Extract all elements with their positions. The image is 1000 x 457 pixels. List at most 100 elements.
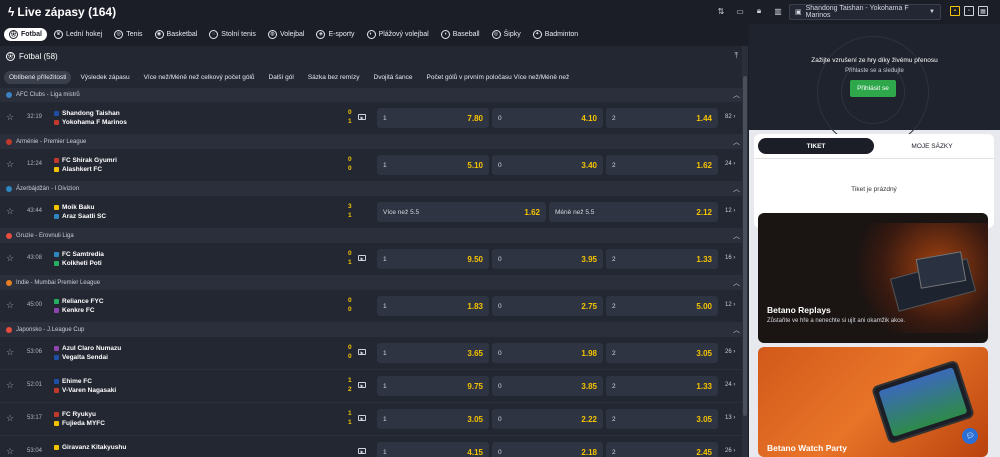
sport-tab-baseball[interactable]: ◑ Baseball: [436, 28, 485, 41]
live-stream-icon[interactable]: ▶: [358, 349, 366, 355]
match-row[interactable]: ☆ 52:01 Ehime FC V-Varen Nagasaki 1 2 ▶ 1 9.75 0 3…: [0, 370, 748, 403]
match-row[interactable]: ☆ 53:04 Giravanz Kitakyushu ▶ 1 4.15 0 2.18 2 2.4…: [0, 436, 748, 457]
live-stream-icon[interactable]: ▶: [358, 448, 366, 454]
chevron-up-icon[interactable]: ︿: [733, 278, 740, 288]
live-stream-icon[interactable]: ▶: [358, 415, 366, 421]
sport-tab-football[interactable]: ⚽︎ Fotbal: [4, 27, 47, 41]
match-row[interactable]: ☆ 32:19 Shandong Taishan Yokohama F Marinos…: [0, 102, 748, 135]
market-tab[interactable]: Výsledek zápasu: [75, 71, 134, 84]
odds-button[interactable]: 2 1.44: [606, 108, 718, 128]
sport-tab-esports[interactable]: ◈ E-sporty: [311, 28, 359, 41]
more-markets-link[interactable]: 12 ›: [725, 208, 735, 214]
odds-button[interactable]: 0 2.22: [492, 409, 603, 429]
odds-button[interactable]: 2 3.05: [606, 343, 718, 363]
chat-icon[interactable]: 💬︎: [962, 428, 978, 444]
more-markets-link[interactable]: 24 ›: [725, 161, 735, 167]
odds-button[interactable]: 0 1.98: [492, 343, 603, 363]
market-tab[interactable]: Sázka bez remízy: [303, 71, 365, 84]
live-stream-icon[interactable]: ▶: [358, 114, 366, 120]
sport-tab-basketball[interactable]: ◉ Basketbal: [150, 28, 203, 41]
odds-button[interactable]: 2 2.45: [606, 442, 718, 457]
favorite-star-icon[interactable]: ☆: [6, 112, 14, 123]
view-double-icon[interactable]: ▫: [964, 6, 974, 16]
more-markets-link[interactable]: 26 ›: [725, 349, 735, 355]
favorite-star-icon[interactable]: ☆: [6, 159, 14, 170]
chevron-up-icon[interactable]: ︿: [733, 184, 740, 194]
odds-button[interactable]: 1 9.50: [377, 249, 489, 269]
collapse-all-icon[interactable]: ⤒: [734, 51, 738, 61]
sport-tab-table-tennis[interactable]: ◌ Stolní tenis: [204, 28, 261, 41]
odds-button[interactable]: 1 4.15: [377, 442, 489, 457]
sport-tab-beach-volleyball[interactable]: ◐ Plážový volejbal: [362, 28, 434, 41]
layout-icon[interactable]: ▥: [773, 6, 783, 16]
view-single-icon[interactable]: ▪: [950, 6, 960, 16]
match-row[interactable]: ☆ 12:24 FC Shirak Gyumri Alashkert FC 0 0 1 5.1…: [0, 149, 748, 182]
sport-tab-hockey[interactable]: ♛ Lední hokej: [49, 28, 107, 41]
chevron-up-icon[interactable]: ︿: [733, 325, 740, 335]
odds-button[interactable]: 1 5.10: [377, 155, 489, 175]
sport-tab-badminton[interactable]: ✦ Badminton: [528, 28, 583, 41]
match-row[interactable]: ☆ 53:06 Azul Claro Numazu Vegalta Sendai 0 0 ▶…: [0, 337, 748, 370]
favorite-star-icon[interactable]: ☆: [6, 300, 14, 311]
market-tab[interactable]: Další gól: [264, 71, 299, 84]
live-stream-icon[interactable]: ▶: [358, 255, 366, 261]
more-markets-link[interactable]: 13 ›: [725, 415, 735, 421]
odds-button[interactable]: Méně než 5.5 2.12: [549, 202, 718, 222]
odds-button[interactable]: 0 4.10: [492, 108, 603, 128]
more-markets-link[interactable]: 12 ›: [725, 302, 735, 308]
market-tab[interactable]: Oblíbené příležitosti: [4, 70, 72, 84]
odds-button[interactable]: 1 3.05: [377, 409, 489, 429]
match-selector[interactable]: ▣ Shandong Taishan - Yokohama F Marinos …: [789, 4, 941, 20]
favorite-star-icon[interactable]: ☆: [6, 380, 14, 391]
screen-icon[interactable]: ▭: [735, 6, 745, 16]
odds-button[interactable]: 0 3.95: [492, 249, 603, 269]
league-header[interactable]: Arménie - Premier League ︿: [0, 135, 748, 149]
odds-button[interactable]: 2 1.33: [606, 376, 718, 396]
more-markets-link[interactable]: 82 ›: [725, 114, 735, 120]
match-row[interactable]: ☆ 53:17 FC Ryukyu Fujieda MYFC 1 1 ▶ 1 3.05 0 2.22…: [0, 403, 748, 436]
favorite-star-icon[interactable]: ☆: [6, 446, 14, 457]
favorite-star-icon[interactable]: ☆: [6, 253, 14, 264]
odds-button[interactable]: 1 1.83: [377, 296, 489, 316]
league-header[interactable]: Indie - Mumbai Premier League ︿: [0, 276, 748, 290]
match-row[interactable]: ☆ 43:44 Moik Baku Araz Saatli SC 3 1 Více než …: [0, 196, 748, 229]
odds-button[interactable]: Více než 5.5 1.62: [377, 202, 546, 222]
league-header[interactable]: AFC Clubs - Liga mistrů ︿: [0, 88, 748, 102]
sport-tab-tennis[interactable]: ◎ Tenis: [109, 28, 147, 41]
odds-button[interactable]: 1 3.65: [377, 343, 489, 363]
match-row[interactable]: ☆ 43:08 FC Samtredia Kolkheti Poti 0 1 ▶ 1 9.50 0…: [0, 243, 748, 276]
login-button[interactable]: Přihlásit se: [850, 80, 896, 97]
view-quad-icon[interactable]: ▦: [978, 6, 988, 16]
lock-icon[interactable]: 🔒︎: [754, 6, 764, 16]
odds-button[interactable]: 0 2.18: [492, 442, 603, 457]
odds-button[interactable]: 0 3.40: [492, 155, 603, 175]
more-markets-link[interactable]: 24 ›: [725, 382, 735, 388]
odds-button[interactable]: 1 9.75: [377, 376, 489, 396]
odds-button[interactable]: 2 1.33: [606, 249, 718, 269]
sort-icon[interactable]: ⇅: [716, 6, 726, 16]
favorite-star-icon[interactable]: ☆: [6, 347, 14, 358]
market-tab[interactable]: Dvojitá šance: [369, 71, 418, 84]
league-header[interactable]: Ázerbájdžán - I Divizion ︿: [0, 182, 748, 196]
promo-watch-party[interactable]: Betano Watch Party: [758, 347, 988, 457]
odds-button[interactable]: 2 1.62: [606, 155, 718, 175]
events-scrollbar[interactable]: [742, 46, 748, 457]
more-markets-link[interactable]: 26 ›: [725, 448, 735, 454]
tab-my-bets[interactable]: MOJE SÁZKY: [874, 138, 990, 154]
favorite-star-icon[interactable]: ☆: [6, 206, 14, 217]
market-tab[interactable]: Počet gólů v prvním poločasu Více než/Mé…: [422, 71, 575, 84]
more-markets-link[interactable]: 16 ›: [725, 255, 735, 261]
favorite-star-icon[interactable]: ☆: [6, 413, 14, 424]
chevron-up-icon[interactable]: ︿: [733, 90, 740, 100]
live-stream-icon[interactable]: ▶: [358, 382, 366, 388]
odds-button[interactable]: 2 5.00: [606, 296, 718, 316]
tab-ticket[interactable]: TIKET: [758, 138, 874, 154]
chevron-up-icon[interactable]: ︿: [733, 231, 740, 241]
match-row[interactable]: ☆ 45:00 Reliance FYC Kenkre FC 0 0 1 1.83 0 2.75 2…: [0, 290, 748, 323]
odds-button[interactable]: 0 2.75: [492, 296, 603, 316]
odds-button[interactable]: 1 7.80: [377, 108, 489, 128]
scrollbar-thumb[interactable]: [743, 76, 747, 416]
sport-tab-volleyball[interactable]: ◍ Volejbal: [263, 28, 310, 41]
sport-tab-darts[interactable]: ◎ Šipky: [487, 28, 526, 41]
chevron-up-icon[interactable]: ︿: [733, 137, 740, 147]
